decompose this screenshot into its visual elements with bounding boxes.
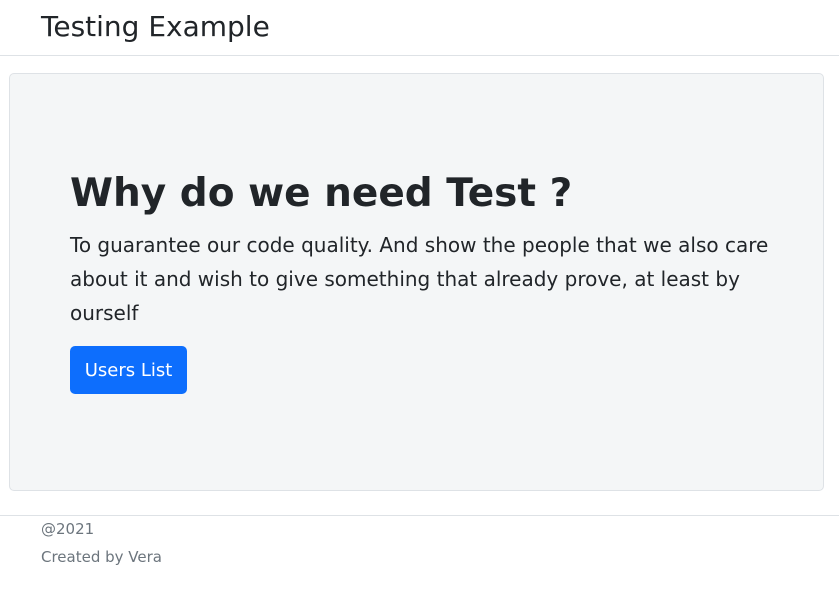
hero-panel: Why do we need Test ? To guarantee our c… (9, 73, 824, 491)
brand-link[interactable]: Testing Example (41, 9, 270, 45)
hero-title: Why do we need Test ? (70, 171, 573, 216)
footer-year: @2021 (41, 520, 95, 538)
users-list-button[interactable]: Users List (70, 346, 187, 394)
footer-credit: Created by Vera (41, 548, 162, 566)
footer: @2021 Created by Vera (0, 515, 839, 566)
hero-description: To guarantee our code quality. And show … (70, 233, 769, 325)
navbar: Testing Example (0, 0, 839, 56)
